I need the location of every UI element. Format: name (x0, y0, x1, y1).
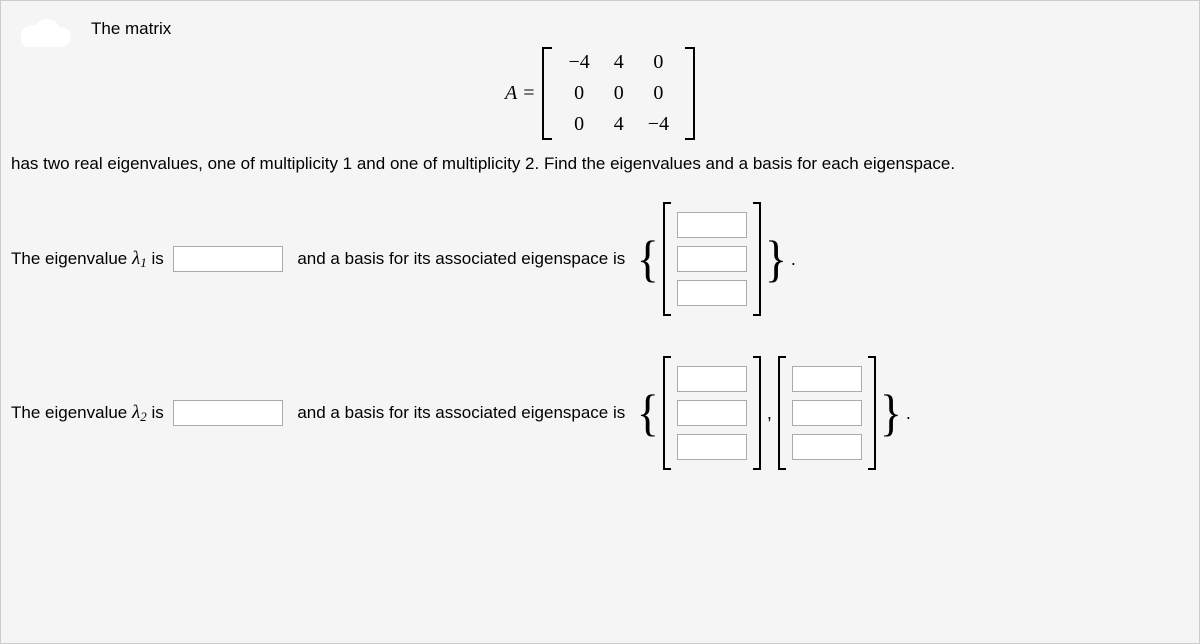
basis2-set: { , } (635, 356, 904, 470)
right-bracket-icon (753, 202, 761, 316)
left-brace-icon: { (635, 234, 661, 285)
lambda1-label: The eigenvalue λ1 is (11, 248, 164, 271)
period: . (791, 249, 796, 270)
right-bracket-icon (753, 356, 761, 470)
intro-line-2: has two real eigenvalues, one of multipl… (11, 154, 1189, 174)
left-bracket-icon (778, 356, 786, 470)
basis1-v1-c2[interactable] (677, 246, 747, 272)
basis1-v1-c3[interactable] (677, 280, 747, 306)
lambda1-input[interactable] (173, 246, 283, 272)
intro-line-1: The matrix (91, 19, 1189, 39)
basis1-v1-c1[interactable] (677, 212, 747, 238)
basis2-v1-c1[interactable] (677, 366, 747, 392)
basis2-v1-c3[interactable] (677, 434, 747, 460)
matrix-symbol: A (505, 82, 517, 104)
vector-separator: , (767, 403, 772, 424)
left-bracket-icon (542, 47, 552, 140)
basis1-label: and a basis for its associated eigenspac… (297, 249, 625, 269)
right-bracket-icon (685, 47, 695, 140)
problem-card: The matrix A = −440 000 04−4 has two real… (0, 0, 1200, 644)
period: . (906, 403, 911, 424)
right-brace-icon: } (763, 234, 789, 285)
matrix-equation: A = −440 000 04−4 (11, 47, 1189, 140)
basis2-vector-2 (778, 356, 876, 470)
basis2-vector-1 (663, 356, 761, 470)
right-brace-icon: } (878, 388, 904, 439)
left-bracket-icon (663, 202, 671, 316)
basis1-vector-1 (663, 202, 761, 316)
left-bracket-icon (663, 356, 671, 470)
eigenvalue-row-2: The eigenvalue λ2 is and a basis for its… (11, 356, 1189, 470)
lambda2-label: The eigenvalue λ2 is (11, 402, 164, 425)
right-bracket-icon (868, 356, 876, 470)
basis2-label: and a basis for its associated eigenspac… (297, 403, 625, 423)
basis2-v2-c1[interactable] (792, 366, 862, 392)
basis2-v2-c3[interactable] (792, 434, 862, 460)
basis2-v2-c2[interactable] (792, 400, 862, 426)
left-brace-icon: { (635, 388, 661, 439)
lambda2-input[interactable] (173, 400, 283, 426)
eigenvalue-row-1: The eigenvalue λ1 is and a basis for its… (11, 202, 1189, 316)
basis1-set: { } (635, 202, 789, 316)
matrix-body: −440 000 04−4 (556, 47, 681, 140)
hint-cloud-icon (19, 19, 74, 47)
equals-sign: = (523, 82, 534, 104)
basis2-v1-c2[interactable] (677, 400, 747, 426)
